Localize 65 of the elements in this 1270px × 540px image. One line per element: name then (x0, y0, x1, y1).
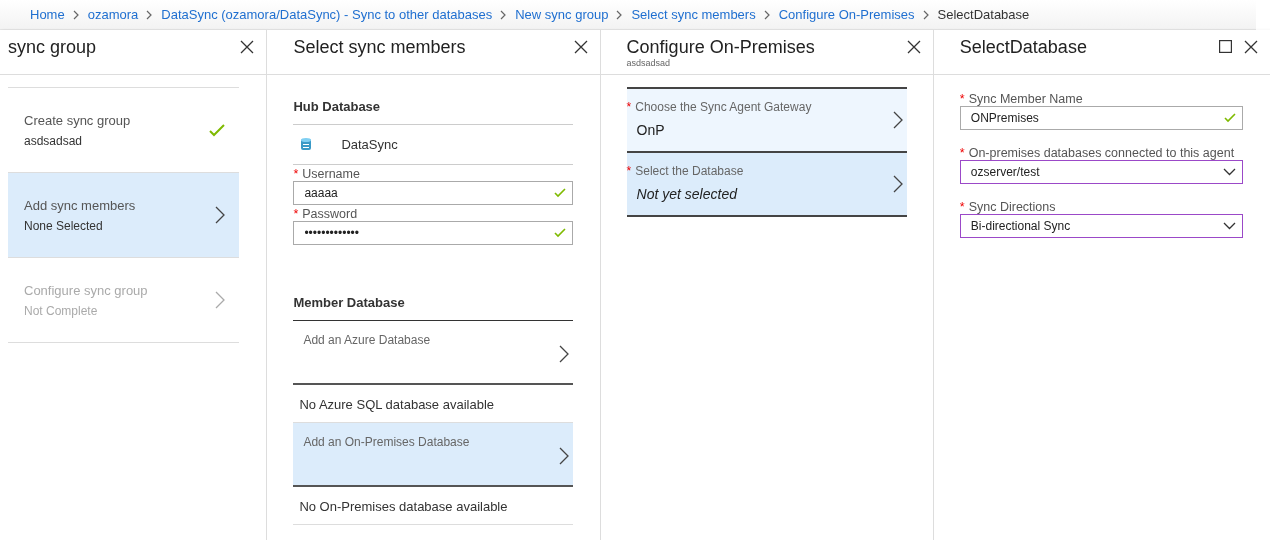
chevron-icon (616, 9, 624, 20)
breadcrumb-link[interactable]: Home (30, 7, 65, 22)
required-mark: * (959, 92, 965, 106)
maximize-button[interactable] (1217, 38, 1234, 55)
field-label: Password (302, 207, 358, 221)
chevron-icon (922, 9, 930, 20)
chevron-icon (72, 9, 80, 20)
caret-icon (1223, 222, 1236, 230)
input-field[interactable]: aaaaa (293, 181, 573, 205)
add-database-item[interactable]: Add an On-Premises Database (293, 423, 573, 487)
panel-title: Configure On-Premises (626, 37, 816, 58)
step-item[interactable]: Add sync members None Selected (8, 173, 240, 258)
chevron-icon (146, 9, 154, 20)
close-button[interactable] (1242, 38, 1260, 56)
dropdown-field[interactable]: ozserver/test (959, 160, 1243, 184)
input-field[interactable]: ••••••••••••• (293, 221, 573, 245)
required-mark: * (626, 164, 632, 178)
field-label: Username (302, 167, 360, 181)
add-database-item[interactable]: Add an Azure Database (293, 321, 573, 385)
breadcrumb-link[interactable]: New sync group (515, 7, 609, 22)
chevron-icon (558, 447, 569, 465)
required-mark: * (626, 100, 632, 114)
breadcrumb-link[interactable]: DataSync (ozamora/DataSync) - Sync to other databases (161, 7, 493, 22)
panel-title: sync group (8, 37, 98, 58)
row-label: Select the Database (635, 164, 744, 178)
chevron-icon (558, 345, 569, 363)
section-heading: Member Database (293, 271, 573, 321)
required-mark: * (293, 207, 299, 221)
database-name: DataSync (341, 137, 398, 152)
setting-row[interactable]: * Choose the Sync Agent Gateway OnP (626, 89, 907, 153)
database-icon (301, 138, 312, 151)
chevron-icon (892, 111, 903, 129)
step-status: Not Complete (24, 303, 99, 318)
availability-note: No On-Premises database available (293, 487, 573, 525)
input-field[interactable]: ONPremises (959, 106, 1243, 130)
step-status: asdsadsad (24, 133, 84, 148)
breadcrumb-link[interactable]: Configure On-Premises (778, 7, 915, 22)
step-title: Create sync group (24, 112, 131, 128)
field-label: Sync Directions (968, 200, 1056, 214)
row-value: OnP (635, 122, 666, 138)
caret-icon (1223, 168, 1236, 176)
panel-title: SelectDatabase (959, 37, 1088, 58)
row-value: Not yet selected (635, 186, 739, 202)
chevron-icon (500, 9, 508, 20)
breadcrumb-link[interactable]: Select sync members (631, 7, 756, 22)
chevron-icon (215, 206, 226, 224)
chevron-icon (763, 9, 771, 20)
panel-subtitle: asdsadsad (626, 58, 672, 68)
breadcrumb-link[interactable]: SelectDatabase (937, 7, 1030, 22)
field-label: On-premises databases connected to this agent (968, 146, 1235, 160)
step-title: Add sync members (24, 197, 136, 213)
chevron-icon (215, 291, 226, 309)
breadcrumb-link[interactable]: ozamora (87, 7, 139, 22)
panel-title: Select sync members (293, 37, 467, 58)
setting-row[interactable]: * Select the Database Not yet selected (626, 153, 907, 217)
dropdown-field[interactable]: Bi-directional Sync (959, 214, 1243, 238)
chevron-icon (892, 175, 903, 193)
step-status: None Selected (24, 218, 104, 233)
required-mark: * (293, 167, 299, 181)
row-label: Choose the Sync Agent Gateway (635, 100, 812, 114)
field-label: Sync Member Name (968, 92, 1083, 106)
required-mark: * (959, 146, 965, 160)
section-heading: Hub Database (293, 75, 573, 125)
step-title: Configure sync group (24, 282, 148, 298)
required-mark: * (959, 200, 965, 214)
